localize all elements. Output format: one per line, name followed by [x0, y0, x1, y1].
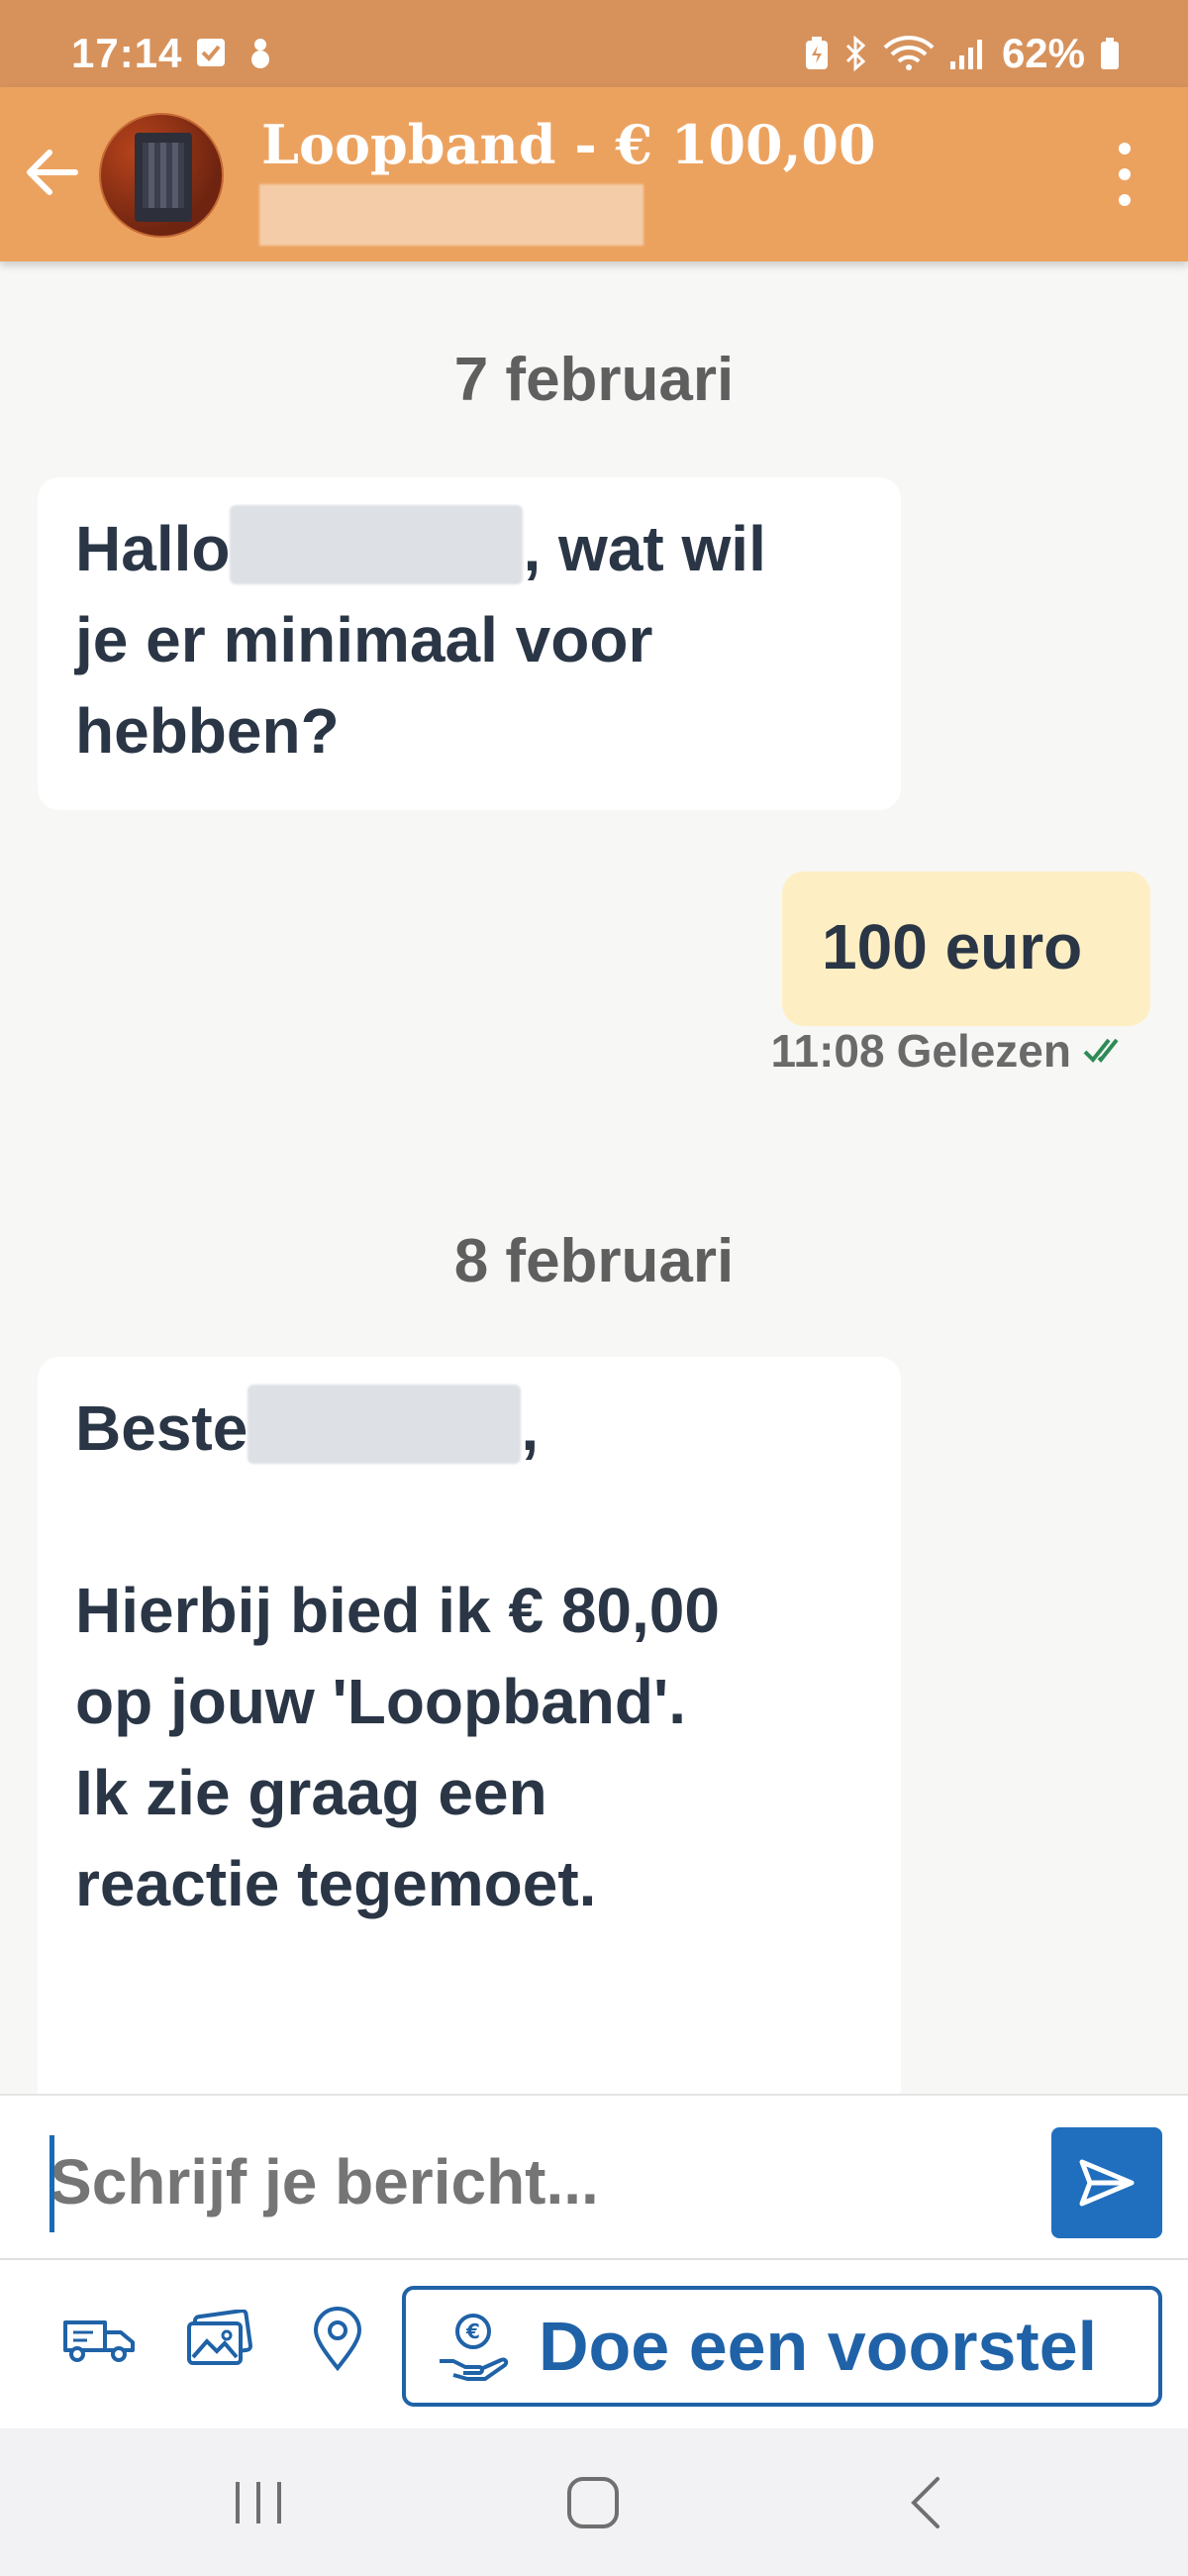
location-pin-icon [313, 2307, 362, 2372]
add-photos-button[interactable] [174, 2300, 263, 2379]
message-bubble-incoming[interactable]: Hallo, wat wil je er minimaal voor hebbe… [38, 477, 901, 810]
home-icon [567, 2477, 619, 2528]
bluetooth-icon [845, 36, 866, 71]
more-options-button[interactable] [1115, 143, 1135, 206]
euro-hand-icon: € [440, 2314, 509, 2381]
make-offer-label: Doe een voorstel [539, 2308, 1098, 2385]
recent-apps-button[interactable] [214, 2468, 303, 2537]
share-location-button[interactable] [293, 2300, 382, 2379]
app-header: Loopband - € 100,00 [0, 87, 1188, 261]
recent-apps-icon [236, 2482, 281, 2524]
status-bar: 17:14 62% [0, 0, 1188, 87]
status-time: 17:14 [71, 30, 183, 76]
message-composer [0, 2094, 1188, 2258]
message-meta: 11:08 Gelezen [770, 1024, 1129, 1078]
message-text: , Hierbij bied ik € 80,00 op jouw 'Loopb… [75, 1392, 720, 1919]
message-text: Beste [75, 1392, 248, 1464]
images-icon [187, 2310, 253, 2365]
send-button[interactable] [1051, 2127, 1162, 2238]
redacted-username [259, 184, 644, 246]
chat-area[interactable]: 7 februari Hallo, wat wil je er minimaal… [0, 261, 1188, 2094]
date-divider: 7 februari [453, 346, 735, 414]
battery-percentage: 62% [1001, 30, 1085, 76]
battery-saver-icon [805, 37, 828, 69]
signal-icon [949, 40, 982, 69]
message-text: Hallo [75, 513, 231, 584]
avatar[interactable] [99, 113, 224, 238]
truck-icon [63, 2320, 135, 2362]
shipping-button[interactable] [55, 2300, 145, 2379]
snowman-notification-icon [251, 39, 269, 68]
page-title[interactable]: Loopband - € 100,00 [261, 113, 876, 176]
battery-icon [1101, 38, 1119, 69]
text-cursor [50, 2135, 54, 2232]
chevron-left-icon [911, 2477, 940, 2528]
message-bubble-incoming[interactable]: Beste, Hierbij bied ik € 80,00 op jouw '… [38, 1357, 901, 2094]
message-bubble-outgoing[interactable]: 100 euro [782, 872, 1150, 1026]
message-time: 11:08 [770, 1025, 885, 1077]
back-button[interactable] [20, 141, 83, 204]
redacted-name [248, 1385, 522, 1464]
svg-text:€: € [465, 2319, 480, 2343]
wifi-icon [883, 36, 935, 70]
double-check-icon [1083, 1038, 1119, 1063]
make-offer-button[interactable]: € Doe een voorstel [402, 2286, 1162, 2407]
system-navigation-bar [0, 2428, 1188, 2576]
action-bar: € Doe een voorstel [0, 2258, 1188, 2428]
arrow-left-icon [27, 150, 78, 195]
message-text: 100 euro [822, 911, 1083, 982]
back-nav-button[interactable] [881, 2468, 970, 2537]
date-divider: 8 februari [453, 1227, 735, 1295]
checkbox-notification-icon [197, 39, 225, 66]
send-icon [1079, 2159, 1135, 2207]
home-button[interactable] [548, 2468, 638, 2537]
read-status: Gelezen [896, 1025, 1071, 1077]
message-input[interactable] [50, 2135, 1020, 2228]
redacted-name [230, 505, 524, 584]
